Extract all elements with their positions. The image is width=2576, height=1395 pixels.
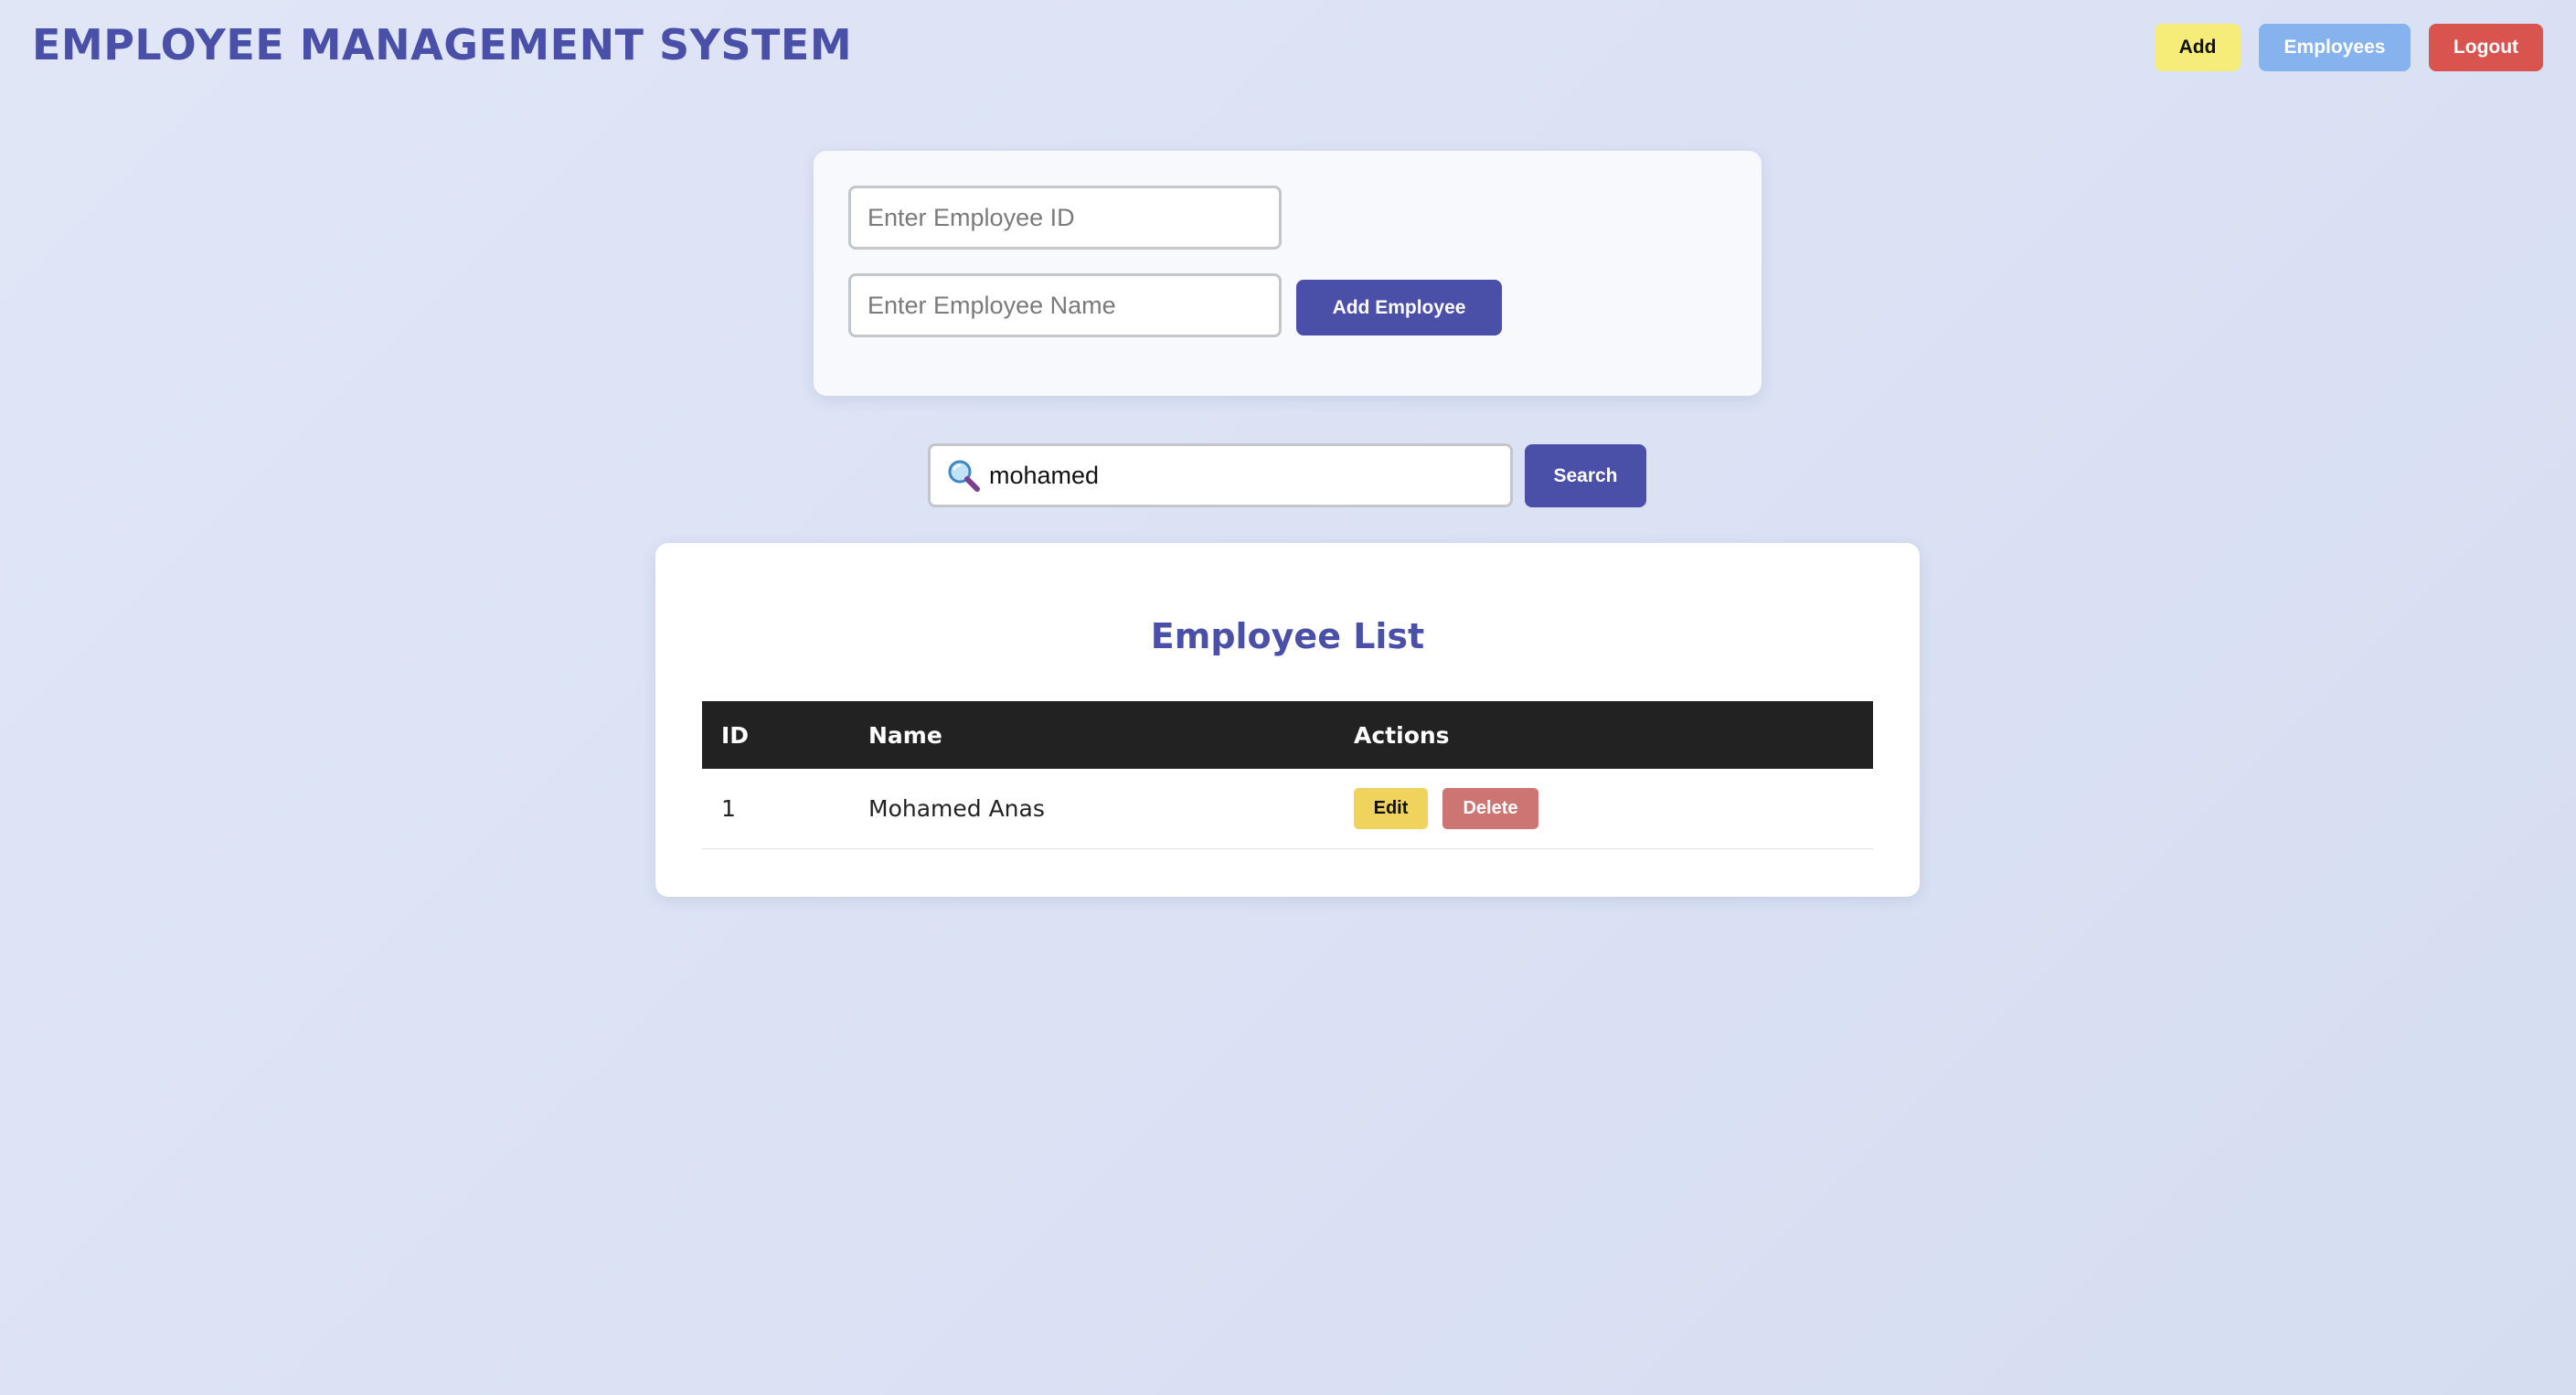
employee-list-title: Employee List xyxy=(1150,616,1425,656)
add-employee-button[interactable]: Add Employee xyxy=(1296,280,1502,335)
column-header-actions: Actions xyxy=(1335,701,1873,769)
employee-name-input[interactable] xyxy=(848,273,1282,337)
employee-id-input[interactable] xyxy=(848,186,1282,250)
nav-logout-button[interactable]: Logout xyxy=(2429,24,2543,71)
employee-name-cell: Mohamed Anas xyxy=(849,769,1335,849)
column-header-id: ID xyxy=(702,701,849,769)
delete-button[interactable]: Delete xyxy=(1442,787,1538,829)
search-button[interactable]: Search xyxy=(1525,444,1646,507)
column-header-name: Name xyxy=(849,701,1335,769)
table-row: 1 Mohamed Anas Edit Delete xyxy=(702,769,1873,849)
employee-table: ID Name Actions 1 Mohamed Anas Edit Delet… xyxy=(702,701,1873,849)
edit-button[interactable]: Edit xyxy=(1354,787,1428,829)
search-icon xyxy=(945,457,982,494)
table-header-row: ID Name Actions xyxy=(702,701,1873,769)
app-title: EMPLOYEE MANAGEMENT SYSTEM xyxy=(32,20,853,69)
nav-employees-button[interactable]: Employees xyxy=(2259,24,2411,71)
top-nav: Add Employees Logout xyxy=(2155,24,2543,71)
employee-list-card: Employee List ID Name Actions 1 Mohamed … xyxy=(655,543,1920,897)
search-box xyxy=(928,443,1513,507)
search-input[interactable] xyxy=(989,446,1510,505)
employee-id-cell: 1 xyxy=(702,769,849,849)
employee-actions-cell: Edit Delete xyxy=(1335,769,1873,849)
nav-add-button[interactable]: Add xyxy=(2155,24,2241,71)
add-employee-form: Add Employee xyxy=(814,151,1762,396)
